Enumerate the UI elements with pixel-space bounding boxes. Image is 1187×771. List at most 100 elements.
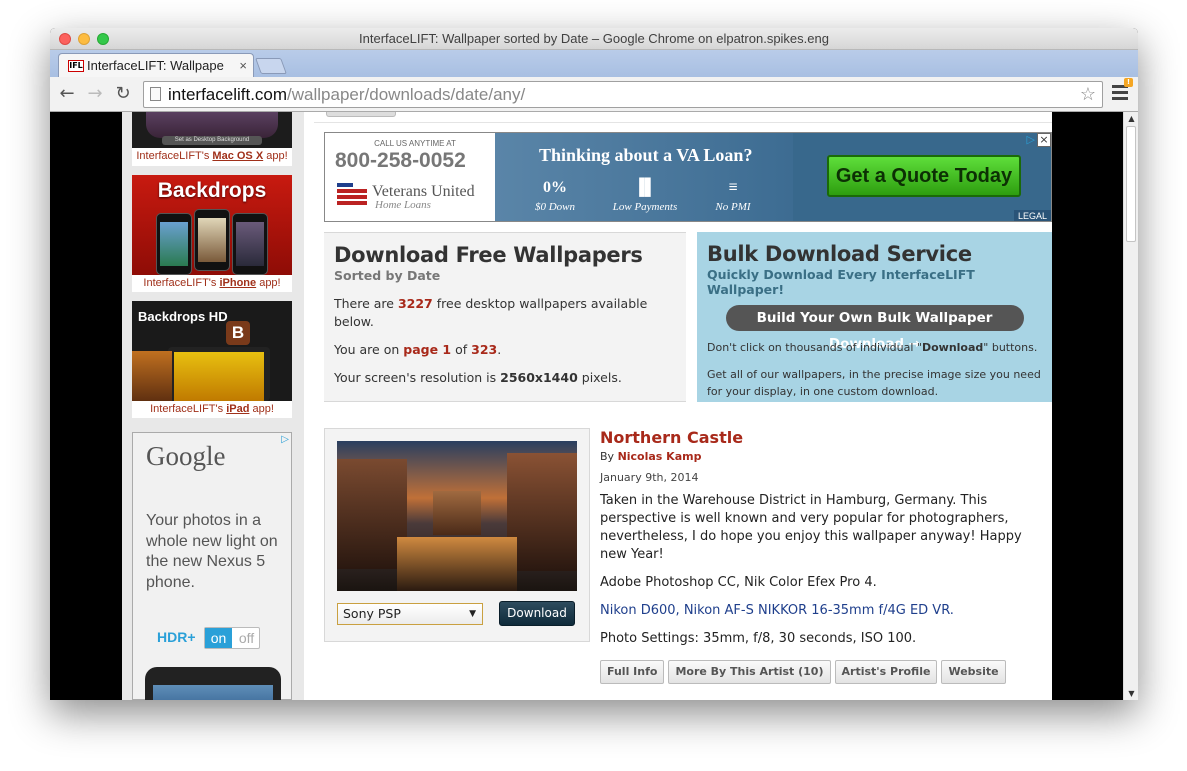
backdrops-hd-badge: B — [226, 321, 250, 345]
banner-phone: 800-258-0052 — [335, 149, 466, 172]
bulk-text-2: Get all of our wallpapers, in the precis… — [707, 368, 1041, 398]
dropdown-arrow-icon: ▼ — [469, 609, 476, 619]
page-content: Set as Desktop Background InterfaceLIFT'… — [122, 112, 1052, 700]
backdrops-promo-image[interactable]: Backdrops — [132, 175, 292, 275]
back-arrow-icon[interactable]: ← — [56, 83, 78, 105]
download-subtitle: Sorted by Date — [334, 268, 441, 283]
iphone-app-caption: InterfaceLIFT's iPhone app! — [143, 277, 281, 289]
title-bar: InterfaceLIFT: Wallpaper sorted by Date … — [50, 28, 1138, 50]
wallpaper-settings: Photo Settings: 35mm, f/8, 30 seconds, I… — [600, 631, 917, 646]
wallpaper-title[interactable]: Northern Castle — [600, 428, 1050, 447]
bulk-title: Bulk Download Service — [707, 242, 972, 266]
toggle-on: on — [205, 628, 232, 648]
google-nexus-ad[interactable]: ▷ Google Your photos in a whole new ligh… — [132, 432, 292, 700]
wallpaper-thumbnail[interactable] — [337, 441, 577, 591]
mac-app-caption: InterfaceLIFT's Mac OS X app! — [136, 150, 288, 162]
artist-profile-button[interactable]: Artist's Profile — [834, 660, 938, 684]
tab-strip: IFL InterfaceLIFT: Wallpape × — [50, 50, 1138, 77]
more-by-artist-button[interactable]: More By This Artist (10) — [668, 660, 831, 684]
toggle-off: off — [238, 630, 255, 646]
close-ad-icon[interactable]: × — [1037, 133, 1051, 147]
bookmark-star-icon[interactable]: ☆ — [1080, 82, 1096, 107]
divider — [314, 122, 1052, 123]
wallpaper-gear: Nikon D600, Nikon AF-S NIKKOR 16-35mm f/… — [600, 603, 954, 618]
zoom-window-icon[interactable] — [97, 33, 109, 45]
veterans-united-banner-ad[interactable]: CALL US ANYTIME AT 800-258-0052 Veterans… — [324, 132, 1052, 222]
vertical-scrollbar[interactable]: ▲ ▼ — [1123, 112, 1138, 700]
address-bar[interactable]: interfacelift.com/wallpaper/downloads/da… — [143, 81, 1103, 108]
get-quote-button[interactable]: Get a Quote Today — [827, 155, 1021, 197]
document-icon: ≡ — [728, 179, 738, 196]
ifl-favicon-icon: IFL — [68, 60, 84, 72]
sidebar: Set as Desktop Background InterfaceLIFT'… — [122, 112, 304, 700]
ipad-app-link[interactable]: iPad — [226, 403, 249, 415]
flag-icon — [337, 183, 367, 209]
more-actions-row — [600, 696, 994, 700]
banner-middle: Thinking about a VA Loan? 0% $0 Down ▐▌ … — [495, 133, 793, 221]
update-badge: ! — [1124, 78, 1133, 87]
resolution-select[interactable]: Sony PSP ▼ — [337, 603, 483, 625]
bulk-download-box: Bulk Download Service Quickly Download E… — [697, 232, 1052, 402]
page-viewport: Set as Desktop Background InterfaceLIFT'… — [50, 112, 1138, 700]
adchoices-icon[interactable]: ▷ — [281, 434, 289, 445]
page-indicator: You are on page 1 of 323. — [334, 342, 502, 357]
wallpaper-date: January 9th, 2014 — [600, 471, 699, 484]
download-button[interactable]: Download — [499, 601, 575, 626]
bar-chart-icon: ▐▌ — [633, 179, 657, 196]
download-title: Download Free Wallpapers — [334, 243, 643, 267]
new-tab-button[interactable] — [255, 58, 287, 74]
minimize-window-icon[interactable] — [78, 33, 90, 45]
tab-close-icon[interactable]: × — [239, 54, 247, 78]
banner-question: Thinking about a VA Loan? — [539, 145, 753, 165]
bulk-subtitle: Quickly Download Every InterfaceLIFT Wal… — [707, 267, 975, 297]
wallpaper-description: Taken in the Warehouse District in Hambu… — [600, 493, 1022, 562]
hdr-toggle[interactable]: on off — [204, 627, 260, 649]
author-link[interactable]: Nicolas Kamp — [618, 450, 702, 463]
chrome-menu-icon[interactable] — [1112, 85, 1128, 103]
website-button[interactable]: Website — [941, 660, 1006, 684]
backdrops-hd-title: Backdrops HD — [138, 309, 228, 324]
mac-app-promo-image[interactable]: Set as Desktop Background — [132, 112, 292, 148]
url-path: /wallpaper/downloads/date/any/ — [287, 85, 526, 104]
download-info-box: Download Free Wallpapers Sorted by Date … — [324, 232, 686, 402]
scroll-up-arrow-icon[interactable]: ▲ — [1124, 112, 1138, 125]
banner-legal[interactable]: LEGAL — [1013, 210, 1051, 221]
ipad-app-promo[interactable]: Backdrops HD B InterfaceLIFT's iPad app! — [132, 301, 292, 418]
banner-feature-payments: ▐▌ Low Payments — [605, 177, 685, 213]
tab-interfacelift[interactable]: IFL InterfaceLIFT: Wallpape × — [58, 53, 254, 77]
wallpaper-thumbnail-box: Sony PSP ▼ Download — [324, 428, 590, 642]
iphone-app-promo[interactable]: Backdrops InterfaceLIFT's iPhone app! — [132, 175, 292, 292]
nexus-phone-image — [145, 667, 281, 700]
full-info-button[interactable]: Full Info — [600, 660, 665, 684]
banner-right: Get a Quote Today LEGAL — [793, 133, 1051, 221]
google-ad-text: Your photos in a whole new light on the … — [146, 512, 278, 591]
iphone-app-link[interactable]: iPhone — [219, 277, 256, 289]
scroll-thumb[interactable] — [1126, 126, 1136, 242]
wallpaper-software: Adobe Photoshop CC, Nik Color Efex Pro 4… — [600, 575, 877, 590]
screen-resolution: Your screen's resolution is 2560x1440 pi… — [334, 370, 622, 385]
tab-title: InterfaceLIFT: Wallpape — [87, 58, 224, 73]
forward-arrow-icon[interactable]: → — [84, 83, 106, 105]
mac-app-link[interactable]: Mac OS X — [212, 150, 263, 162]
bulk-text-1: Don't click on thousands of individual "… — [707, 341, 1038, 354]
mac-app-caption-box: InterfaceLIFT's Mac OS X app! — [132, 148, 292, 166]
banner-call-us: CALL US ANYTIME AT — [374, 139, 456, 148]
close-window-icon[interactable] — [59, 33, 71, 45]
wallpaper-info: Northern Castle By Nicolas Kamp January … — [600, 428, 1050, 684]
adchoices-icon[interactable]: ▷ — [1027, 133, 1035, 146]
hdr-label: HDR+ — [157, 629, 196, 645]
backdrops-title: Backdrops — [157, 179, 267, 202]
banner-feature-pmi: ≡ No PMI — [693, 177, 773, 213]
scroll-down-arrow-icon[interactable]: ▼ — [1124, 687, 1138, 700]
mac-promo-button-label: Set as Desktop Background — [162, 136, 262, 145]
wallpaper-author: By Nicolas Kamp — [600, 450, 702, 463]
backdrops-hd-promo-image[interactable]: Backdrops HD B — [132, 301, 292, 401]
url-host: interfacelift.com — [168, 85, 288, 104]
main-column: CALL US ANYTIME AT 800-258-0052 Veterans… — [314, 112, 1052, 700]
build-bulk-download-button[interactable]: Build Your Own Bulk Wallpaper Download → — [725, 305, 1024, 352]
reload-icon[interactable]: ↻ — [112, 83, 134, 105]
wallpaper-count: There are 3227 free desktop wallpapers a… — [334, 296, 648, 329]
ipad-app-caption: InterfaceLIFT's iPad app! — [150, 403, 274, 415]
wallpaper-actions: Full Info More By This Artist (10) Artist'… — [600, 660, 1050, 684]
browser-window: InterfaceLIFT: Wallpaper sorted by Date … — [50, 28, 1138, 700]
